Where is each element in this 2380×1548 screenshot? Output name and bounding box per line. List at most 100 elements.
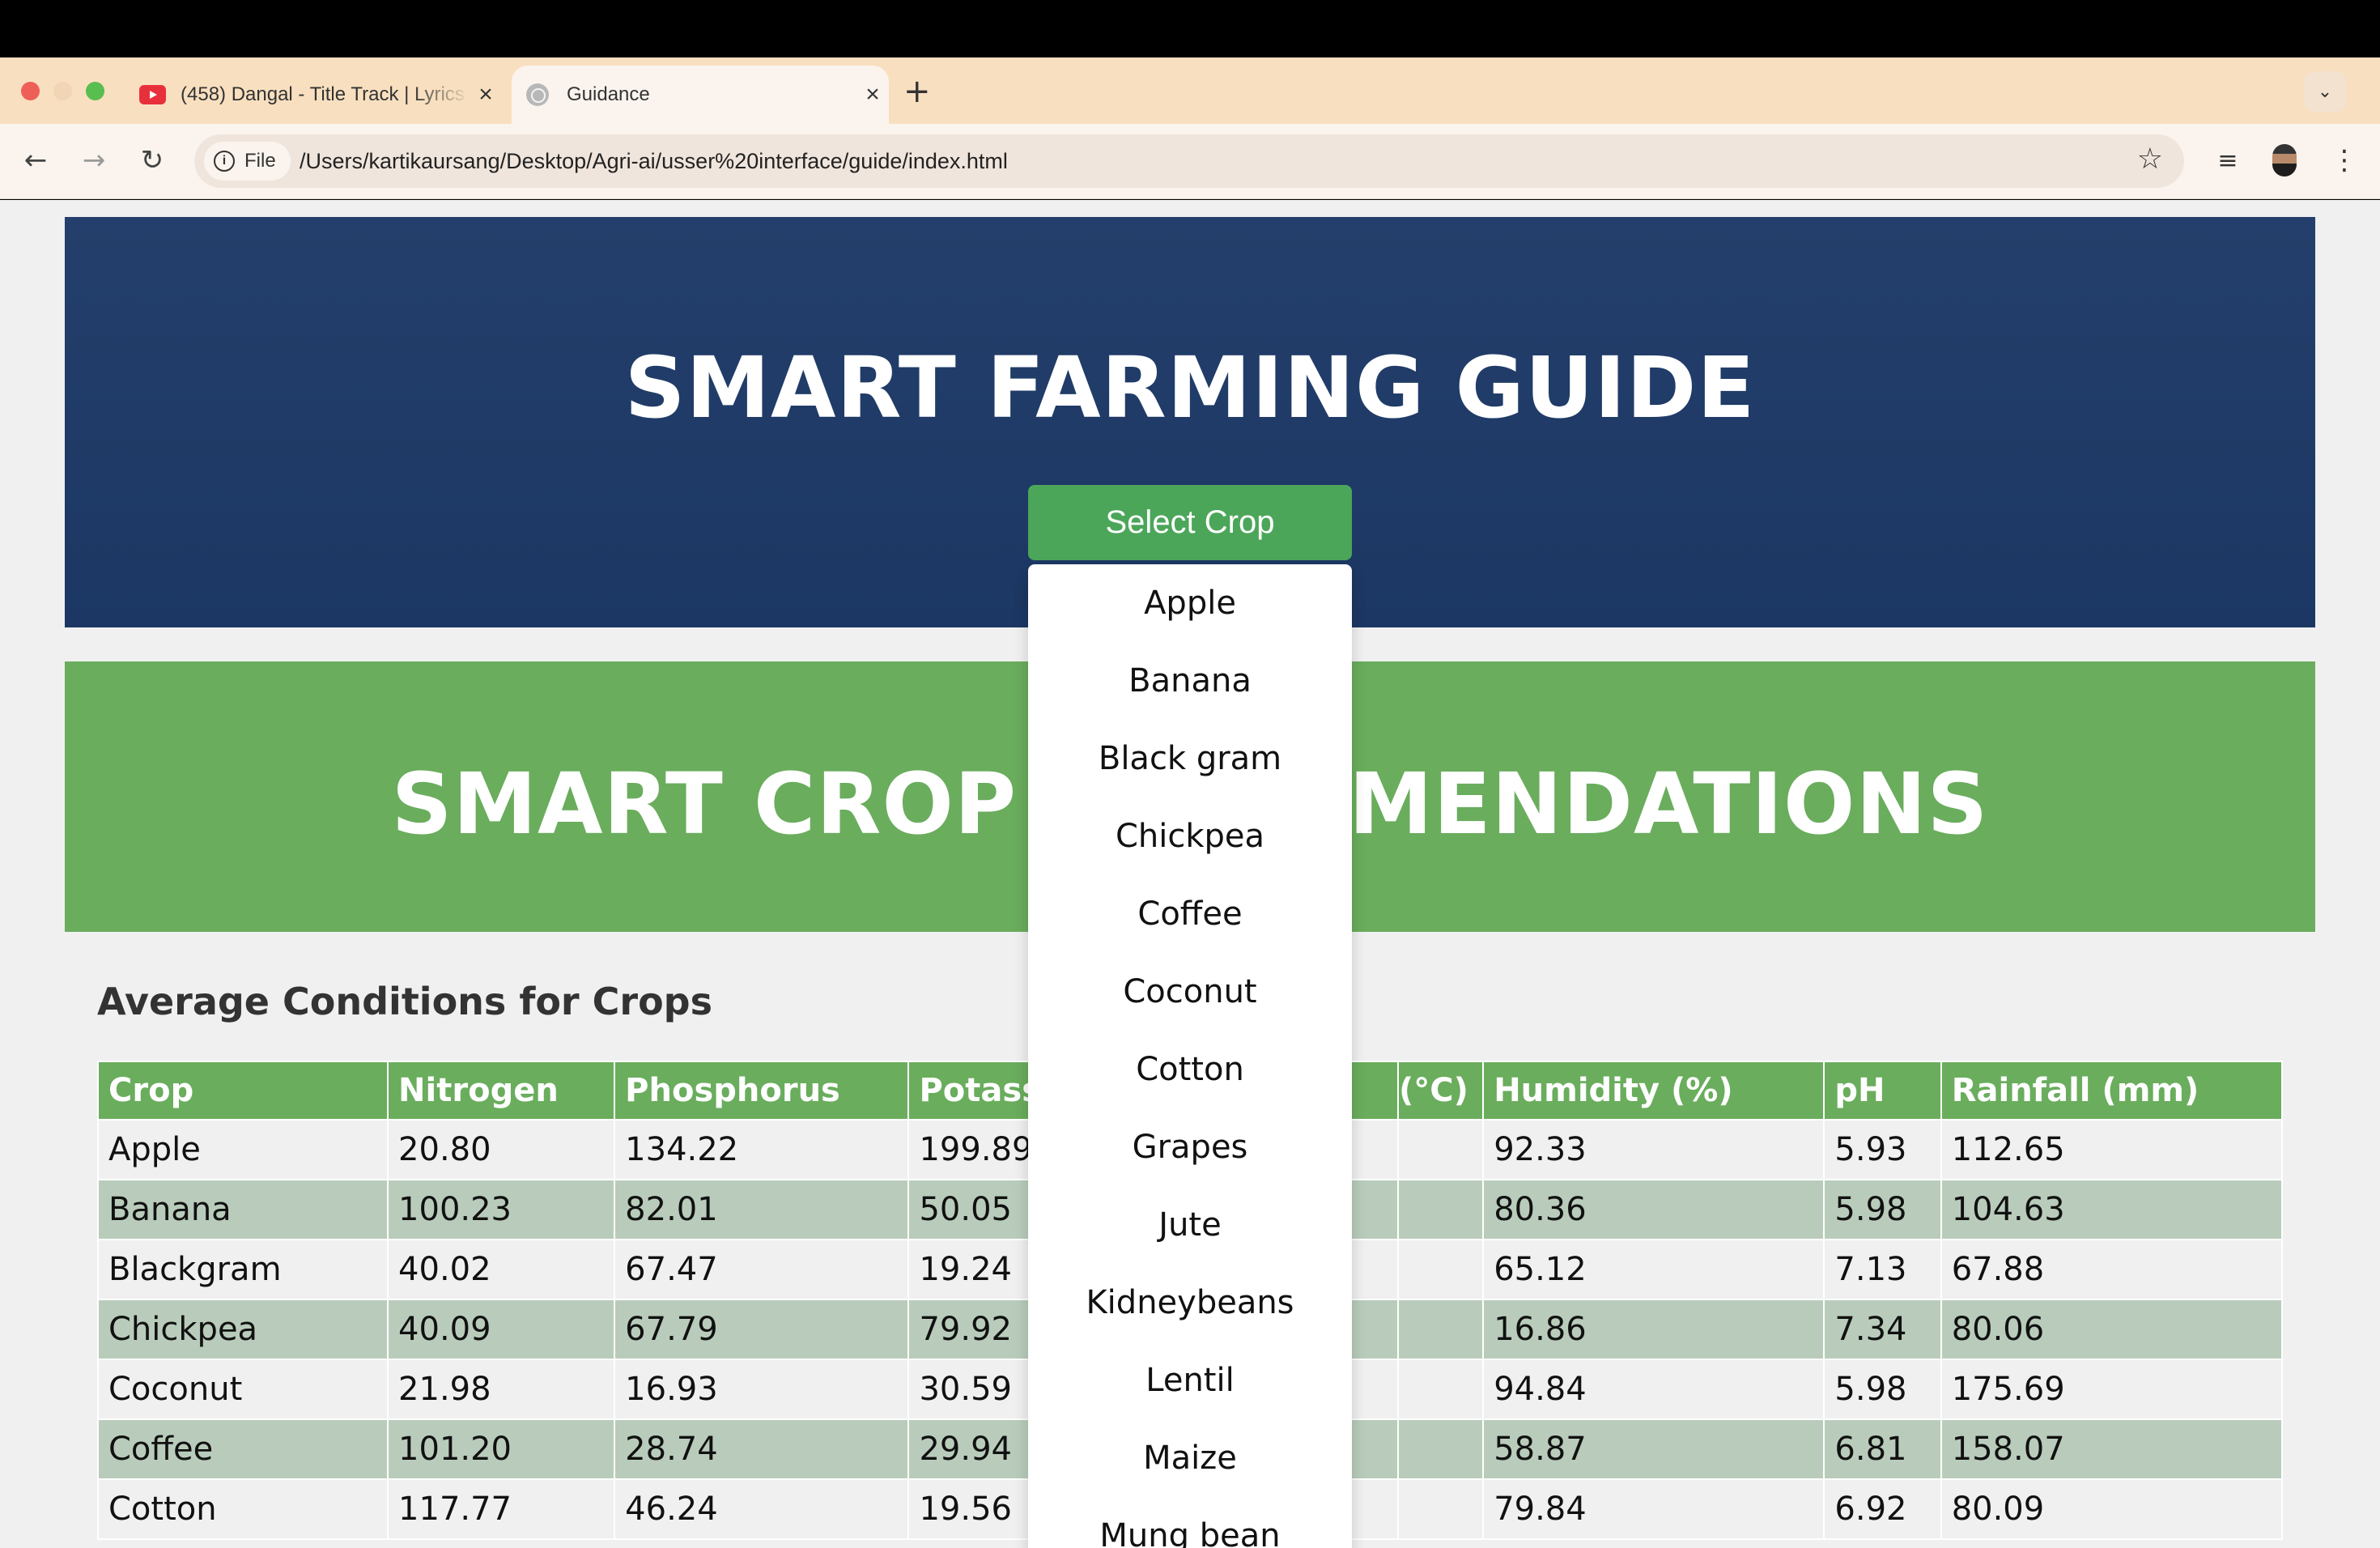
table-cell: 80.06 <box>1940 1299 2284 1360</box>
table-cell: 94.84 <box>1482 1359 1825 1420</box>
address-bar[interactable]: i File /Users/kartikaursang/Desktop/Agri… <box>194 134 2184 188</box>
media-control-icon[interactable]: ≡ <box>2210 142 2246 178</box>
table-cell: 79.84 <box>1482 1478 1825 1540</box>
tab-title: (458) Dangal - Title Track | Lyrics <box>181 83 465 105</box>
table-cell: Coconut <box>96 1359 389 1420</box>
table-cell: 175.69 <box>1940 1359 2284 1420</box>
bookmark-star-icon[interactable]: ☆ <box>2137 142 2163 176</box>
table-cell: 101.20 <box>387 1418 616 1480</box>
table-cell: 40.02 <box>387 1239 616 1300</box>
table-cell: 16.93 <box>614 1359 910 1420</box>
table-cell: 5.98 <box>1823 1179 1942 1240</box>
table-cell <box>1396 1478 1485 1540</box>
table-cell <box>1396 1359 1485 1420</box>
table-cell: Blackgram <box>96 1239 389 1300</box>
tab-youtube[interactable]: (458) Dangal - Title Track | Lyrics × <box>130 66 502 124</box>
table-cell: Chickpea <box>96 1299 389 1360</box>
table-cell <box>1396 1119 1485 1180</box>
header-phosphorus: Phosphorus <box>614 1061 910 1121</box>
dropdown-option[interactable]: Black gram <box>1028 720 1352 797</box>
table-cell: 20.80 <box>387 1119 616 1180</box>
table-cell: Cotton <box>96 1478 389 1540</box>
crop-dropdown-menu: Apple Banana Black gram Chickpea Coffee Cocon… <box>1028 564 1352 1548</box>
table-cell: 40.09 <box>387 1299 616 1360</box>
dropdown-option[interactable]: Kidneybeans <box>1028 1264 1352 1342</box>
table-cell: 67.47 <box>614 1239 910 1300</box>
table-cell: 100.23 <box>387 1179 616 1240</box>
table-cell: 104.63 <box>1940 1179 2284 1240</box>
table-cell: 134.22 <box>614 1119 910 1180</box>
header-ph: pH <box>1823 1061 1942 1121</box>
table-cell: 5.93 <box>1823 1119 1942 1180</box>
new-tab-button[interactable]: + <box>903 73 931 110</box>
table-cell: 80.09 <box>1940 1478 2284 1540</box>
table-cell: 28.74 <box>614 1418 910 1480</box>
table-cell: 80.36 <box>1482 1179 1825 1240</box>
table-cell: Banana <box>96 1179 389 1240</box>
maximize-window-button[interactable] <box>86 82 104 100</box>
header-humidity: Humidity (%) <box>1482 1061 1825 1121</box>
table-cell: 46.24 <box>614 1478 910 1540</box>
header-nitrogen: Nitrogen <box>387 1061 616 1121</box>
table-cell: 16.86 <box>1482 1299 1825 1360</box>
header-crop: Crop <box>96 1061 389 1121</box>
dropdown-option[interactable]: Banana <box>1028 642 1352 720</box>
tab-guidance[interactable]: Guidance × <box>512 66 889 124</box>
table-cell: 6.92 <box>1823 1478 1942 1540</box>
dropdown-option[interactable]: Mung bean <box>1028 1497 1352 1548</box>
banner-title-right: MENDATIONS <box>1349 755 1989 853</box>
table-cell: 82.01 <box>614 1179 910 1240</box>
table-cell: 117.77 <box>387 1478 616 1540</box>
url-text[interactable]: /Users/kartikaursang/Desktop/Agri-ai/uss… <box>300 134 1008 188</box>
table-cell <box>1396 1418 1485 1480</box>
table-cell <box>1396 1179 1485 1240</box>
page-content: SMART FARMING GUIDE SMART CROP MENDATIONS… <box>0 200 2380 1548</box>
table-cell: 21.98 <box>387 1359 616 1420</box>
dropdown-option[interactable]: Lentil <box>1028 1342 1352 1419</box>
table-cell: 7.34 <box>1823 1299 1942 1360</box>
youtube-icon <box>139 85 166 104</box>
header-rainfall: Rainfall (mm) <box>1940 1061 2284 1121</box>
minimize-window-button[interactable] <box>53 82 72 100</box>
dropdown-option[interactable]: Jute <box>1028 1186 1352 1264</box>
select-crop-button[interactable]: Select Crop <box>1028 485 1352 560</box>
table-cell: Apple <box>96 1119 389 1180</box>
table-cell: 65.12 <box>1482 1239 1825 1300</box>
table-cell: Coffee <box>96 1418 389 1480</box>
section-heading: Average Conditions for Crops <box>97 980 712 1023</box>
table-cell: 67.79 <box>614 1299 910 1360</box>
table-cell: 58.87 <box>1482 1418 1825 1480</box>
dropdown-option[interactable]: Coconut <box>1028 953 1352 1031</box>
table-cell: 112.65 <box>1940 1119 2284 1180</box>
info-icon: i <box>214 151 235 172</box>
banner-title-left: SMART CROP <box>391 755 1018 853</box>
table-cell: 92.33 <box>1482 1119 1825 1180</box>
table-cell: 5.98 <box>1823 1359 1942 1420</box>
table-cell <box>1396 1239 1485 1300</box>
dropdown-option[interactable]: Apple <box>1028 564 1352 642</box>
header-temperature: (°C) <box>1396 1061 1485 1121</box>
forward-button[interactable]: → <box>74 142 113 178</box>
browser-menu-icon[interactable]: ⋮ <box>2327 142 2362 178</box>
dropdown-option[interactable]: Coffee <box>1028 875 1352 953</box>
reload-button[interactable]: ↻ <box>133 142 172 178</box>
profile-avatar[interactable] <box>2270 142 2299 178</box>
close-tab-icon[interactable]: × <box>470 81 502 108</box>
dropdown-option[interactable]: Cotton <box>1028 1031 1352 1108</box>
table-cell: 6.81 <box>1823 1418 1942 1480</box>
dropdown-option[interactable]: Maize <box>1028 1419 1352 1497</box>
dropdown-option[interactable]: Grapes <box>1028 1108 1352 1186</box>
tab-search-button[interactable]: ⌄ <box>2304 71 2346 112</box>
table-cell: 7.13 <box>1823 1239 1942 1300</box>
back-button[interactable]: ← <box>16 142 55 178</box>
table-cell: 158.07 <box>1940 1418 2284 1480</box>
site-info-chip[interactable]: i File <box>204 142 291 181</box>
chip-label: File <box>244 150 276 172</box>
table-cell <box>1396 1299 1485 1360</box>
page-title: SMART FARMING GUIDE <box>624 338 1756 437</box>
tab-title: Guidance <box>567 83 650 105</box>
close-tab-icon[interactable]: × <box>856 81 889 108</box>
dropdown-option[interactable]: Chickpea <box>1028 797 1352 875</box>
close-window-button[interactable] <box>21 82 40 100</box>
table-cell: 67.88 <box>1940 1239 2284 1300</box>
